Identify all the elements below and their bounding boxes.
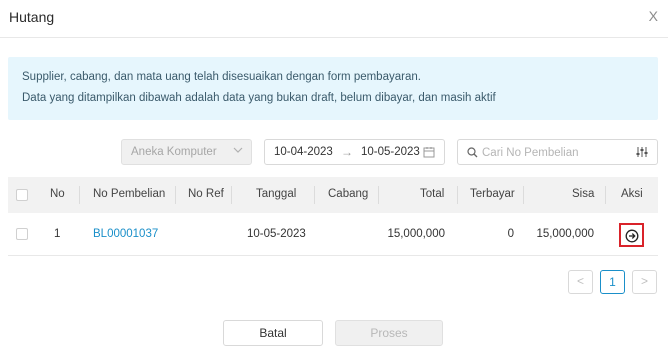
cell-terbayar: 0 — [507, 228, 514, 240]
calendar-icon — [423, 147, 435, 158]
search-icon — [467, 147, 478, 158]
supplier-select-value: Aneka Komputer — [131, 146, 217, 158]
pagination-page-1[interactable]: 1 — [600, 270, 625, 294]
column-divider — [457, 186, 458, 204]
col-aksi: Aksi — [621, 188, 643, 200]
col-no-pembelian: No Pembelian — [93, 188, 166, 200]
column-divider — [605, 186, 606, 204]
pagination-prev-button[interactable]: < — [568, 270, 593, 294]
table-row[interactable]: 1 BL00001037 10-05-2023 15,000,000 0 15,… — [8, 213, 658, 256]
col-cabang: Cabang — [328, 188, 369, 200]
cell-no: 1 — [54, 228, 61, 240]
cancel-button[interactable]: Batal — [223, 320, 323, 346]
col-tanggal: Tanggal — [256, 188, 297, 200]
dialog-header: Hutang X — [0, 0, 668, 38]
chevron-down-icon — [233, 147, 243, 153]
chevron-right-icon: > — [641, 274, 649, 288]
close-icon[interactable]: X — [649, 8, 658, 24]
search-box[interactable] — [457, 139, 658, 165]
date-to[interactable]: 10-05-2023 — [361, 146, 420, 158]
column-divider — [79, 186, 80, 204]
row-checkbox[interactable] — [16, 228, 28, 240]
cell-tanggal: 10-05-2023 — [247, 228, 306, 240]
column-divider — [378, 186, 379, 204]
col-no-ref: No Ref — [188, 188, 224, 200]
arrow-circle-right-icon — [625, 229, 639, 243]
pagination-next-button[interactable]: > — [632, 270, 657, 294]
filter-sliders-icon[interactable] — [636, 146, 648, 158]
cell-no-pembelian-link[interactable]: BL00001037 — [93, 228, 158, 240]
column-divider — [231, 186, 232, 204]
alert-line-1: Supplier, cabang, dan mata uang telah di… — [22, 71, 421, 83]
cell-sisa: 15,000,000 — [536, 228, 594, 240]
row-action-button[interactable] — [619, 223, 644, 247]
process-button[interactable]: Proses — [335, 320, 443, 346]
column-divider — [314, 186, 315, 204]
select-all-checkbox[interactable] — [16, 189, 28, 201]
date-from[interactable]: 10-04-2023 — [274, 146, 333, 158]
dialog-title: Hutang — [9, 9, 55, 25]
column-divider — [175, 186, 176, 204]
date-range-picker[interactable]: 10-04-2023 → 10-05-2023 — [264, 139, 445, 165]
col-terbayar: Terbayar — [470, 188, 515, 200]
col-sisa: Sisa — [572, 188, 595, 200]
cell-total: 15,000,000 — [387, 228, 445, 240]
info-alert: Supplier, cabang, dan mata uang telah di… — [8, 57, 658, 120]
table-header: No No Pembelian No Ref Tanggal Cabang To… — [8, 177, 658, 213]
chevron-left-icon: < — [577, 274, 585, 288]
col-total: Total — [420, 188, 445, 200]
col-no: No — [50, 188, 65, 200]
column-divider — [523, 186, 524, 204]
supplier-select[interactable]: Aneka Komputer — [121, 139, 252, 165]
search-input[interactable] — [482, 144, 622, 162]
date-range-arrow-icon: → — [341, 145, 353, 159]
alert-line-2: Data yang ditampilkan dibawah adalah dat… — [22, 92, 496, 104]
